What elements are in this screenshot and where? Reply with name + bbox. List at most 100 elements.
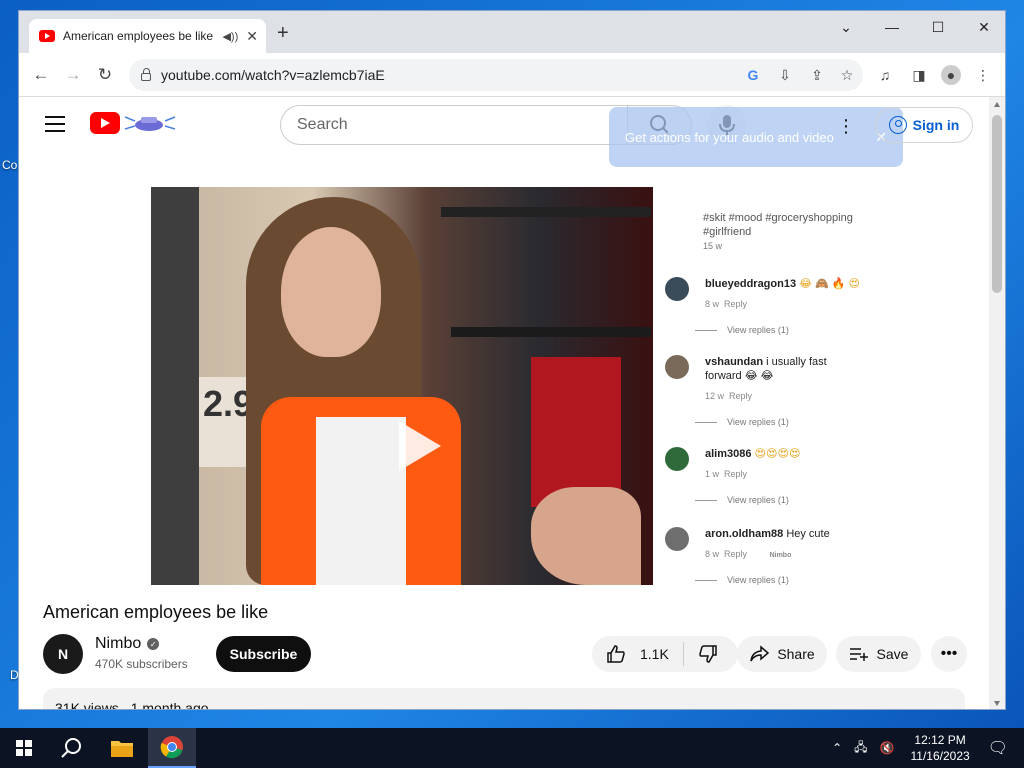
video-title: American employees be like xyxy=(43,602,269,622)
chrome-taskbar-button[interactable] xyxy=(148,728,196,768)
video-player[interactable]: 2.97 xyxy=(151,187,653,585)
like-count: 1.1K xyxy=(640,646,669,662)
hashtags-text: #skit #mood #groceryshopping #girlfriend xyxy=(703,212,853,238)
chrome-menu-icon[interactable]: ⋮ xyxy=(973,65,993,85)
new-tab-button[interactable]: + xyxy=(277,23,289,43)
url-text: youtube.com/watch?v=azlemcb7iaE xyxy=(161,67,385,83)
view-replies: View replies (1) xyxy=(695,417,789,427)
taskbar-search-button[interactable] xyxy=(48,728,96,768)
reply-link: Reply xyxy=(724,299,748,309)
maximize-button[interactable]: ☐ xyxy=(915,11,961,43)
channel-name-row[interactable]: Nimbo ✓ xyxy=(95,635,160,653)
comment-user: alim3086 xyxy=(705,448,752,460)
tab-title: American employees be like xyxy=(63,29,214,43)
tooltip-text: Get actions for your audio and video xyxy=(625,129,834,145)
share-button[interactable]: Share xyxy=(737,636,827,672)
view-count: 31K views xyxy=(55,700,119,710)
person-hand xyxy=(531,487,641,585)
install-app-icon[interactable]: ⇩ xyxy=(775,65,795,85)
share-page-icon[interactable]: ⇪ xyxy=(807,65,827,85)
comment-user: vshaundan xyxy=(705,356,764,368)
comment-text: Hey cute xyxy=(786,528,830,540)
person-face xyxy=(281,227,381,357)
close-tab-icon[interactable]: ✕ xyxy=(246,28,258,45)
description-box[interactable]: 31K views 1 month ago xyxy=(43,688,965,710)
search-input[interactable]: Search xyxy=(280,105,628,145)
page-scrollbar[interactable] xyxy=(989,97,1005,709)
comment-age: 12 w xyxy=(705,391,725,401)
view-replies: View replies (1) xyxy=(695,575,789,585)
comment-age: 8 w xyxy=(705,299,720,309)
chrome-icon xyxy=(160,736,183,759)
save-button[interactable]: Save xyxy=(836,636,921,672)
avatar xyxy=(665,447,689,471)
more-actions-icon[interactable]: ••• xyxy=(931,636,967,672)
search-placeholder: Search xyxy=(297,116,348,133)
sign-in-label: Sign in xyxy=(912,117,960,133)
notifications-icon[interactable]: 🗨 xyxy=(988,738,1008,758)
reload-icon[interactable]: ↻ xyxy=(93,63,117,87)
store-display xyxy=(531,357,621,507)
scroll-thumb[interactable] xyxy=(992,115,1002,293)
chrome-window: American employees be like ◀)) ✕ + ⌄ — ☐… xyxy=(18,10,1006,710)
subscribe-button[interactable]: Subscribe xyxy=(216,636,311,672)
scroll-down-icon[interactable] xyxy=(994,701,1000,706)
browser-tab[interactable]: American employees be like ◀)) ✕ xyxy=(29,19,266,53)
clock[interactable]: 12:12 PM 11/16/2023 xyxy=(911,732,970,764)
browser-toolbar: ← → ↻ youtube.com/watch?v=azlemcb7iaE G … xyxy=(19,53,1005,97)
like-button[interactable]: 1.1K xyxy=(592,636,683,672)
scroll-up-icon[interactable] xyxy=(994,102,1000,107)
bookmark-star-icon[interactable]: ☆ xyxy=(837,65,857,85)
comment-text: 😍😍😍😍 xyxy=(754,448,801,460)
add-to-playlist-icon xyxy=(849,648,868,661)
avatar xyxy=(665,277,689,301)
volume-muted-icon[interactable]: 🔇 xyxy=(880,741,895,755)
channel-name[interactable]: Nimbo xyxy=(95,635,141,653)
lock-icon[interactable] xyxy=(141,68,151,81)
sign-in-button[interactable]: Sign in xyxy=(875,107,973,143)
hashtags: #skit #mood #groceryshopping #girlfriend… xyxy=(703,211,863,253)
youtube-logo[interactable] xyxy=(90,112,120,134)
menu-icon[interactable] xyxy=(45,116,65,132)
verified-icon: ✓ xyxy=(147,638,160,650)
youtube-doodle-icon[interactable] xyxy=(123,111,177,135)
search-icon xyxy=(61,738,81,758)
back-icon[interactable]: ← xyxy=(29,63,53,87)
like-dislike-group: 1.1K xyxy=(592,636,738,672)
channel-avatar[interactable]: N xyxy=(43,634,83,674)
side-panel-icon[interactable]: ◨ xyxy=(909,65,929,85)
account-icon xyxy=(888,116,907,134)
windows-icon xyxy=(16,740,32,756)
reply-link: Reply xyxy=(724,549,748,559)
comment-user: blueyeddragon13 xyxy=(705,278,797,290)
youtube-favicon-icon xyxy=(39,30,55,42)
start-button[interactable] xyxy=(0,728,48,768)
network-icon[interactable]: 🖧 xyxy=(854,738,867,759)
youtube-page: Search Get actions for your audio and vi… xyxy=(19,97,991,710)
windows-taskbar: ⌃ 🖧 🔇 12:12 PM 11/16/2023 🗨 xyxy=(0,728,1024,768)
view-replies: View replies (1) xyxy=(695,325,789,335)
comment-user: aron.oldham88 xyxy=(705,528,784,540)
close-window-button[interactable]: ✕ xyxy=(961,11,1005,43)
play-icon[interactable] xyxy=(399,421,441,471)
desktop-icon-label[interactable]: Co xyxy=(2,158,17,172)
tab-strip: American employees be like ◀)) ✕ + ⌄ — ☐… xyxy=(19,11,1005,53)
store-shelf xyxy=(451,327,651,337)
comment-text: 😂 🙈 🔥 😍 xyxy=(799,278,861,290)
white-shirt xyxy=(316,417,406,585)
google-translate-icon[interactable]: G xyxy=(743,65,763,85)
tab-search-icon[interactable]: ⌄ xyxy=(823,11,869,43)
upload-age: 1 month ago xyxy=(130,700,209,710)
minimize-button[interactable]: — xyxy=(869,11,915,43)
thumbs-up-icon xyxy=(607,645,625,663)
settings-more-icon[interactable]: ⋮ xyxy=(831,111,861,141)
hashtags-age: 15 w xyxy=(703,241,723,251)
show-hidden-icons-icon[interactable]: ⌃ xyxy=(832,741,842,755)
profile-icon[interactable]: ● xyxy=(941,65,961,85)
forward-icon[interactable]: → xyxy=(61,63,85,87)
store-shelf xyxy=(441,207,651,217)
dislike-button[interactable] xyxy=(684,636,732,672)
file-explorer-button[interactable] xyxy=(98,728,146,768)
speaker-icon[interactable]: ◀)) xyxy=(222,30,238,43)
media-controls-icon[interactable]: ♫ xyxy=(875,65,895,85)
